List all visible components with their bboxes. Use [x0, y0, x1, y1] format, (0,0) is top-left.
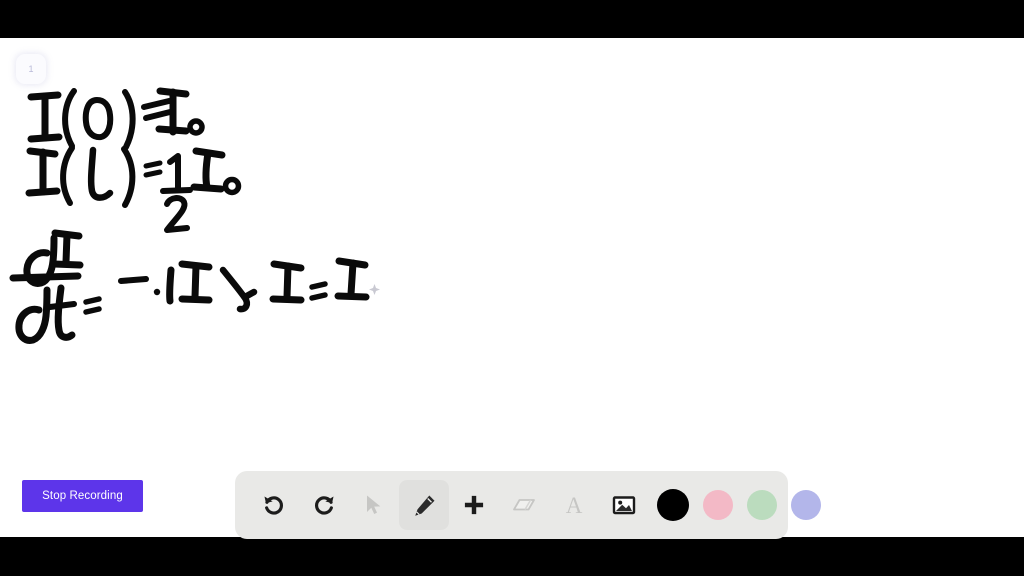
color-swatch-green[interactable] [747, 490, 777, 520]
redo-button[interactable] [299, 480, 349, 530]
add-page-button[interactable] [449, 480, 499, 530]
whiteboard-canvas[interactable]: 1 Stop Recording A [0, 38, 1024, 539]
plus-icon [464, 495, 484, 515]
letterbox-bottom [0, 537, 1024, 576]
color-swatch-black[interactable] [657, 489, 689, 521]
handwriting-ink-layer [9, 87, 370, 344]
color-swatch-pink[interactable] [703, 490, 733, 520]
eraser-tool-button[interactable] [499, 480, 549, 530]
page-number-badge[interactable]: 1 [16, 54, 46, 84]
drawing-toolbar: A [235, 471, 821, 539]
select-tool-button[interactable] [349, 480, 399, 530]
eraser-icon [513, 499, 535, 511]
undo-button[interactable] [249, 480, 299, 530]
ink-line-3 [9, 229, 370, 344]
ink-line-2 [25, 145, 242, 233]
pen-tool-button[interactable] [399, 480, 449, 530]
svg-text:A: A [566, 493, 583, 518]
cursor-arrow-icon [367, 495, 381, 514]
stop-recording-button[interactable]: Stop Recording [22, 480, 143, 512]
pencil-icon [414, 495, 434, 516]
redo-icon [315, 496, 334, 515]
app-window: 1 Stop Recording A [0, 0, 1024, 576]
color-swatch-periwinkle[interactable] [791, 490, 821, 520]
ink-line-1 [27, 87, 205, 150]
letterbox-top [0, 0, 1024, 38]
undo-icon [264, 496, 283, 515]
text-a-icon: A [566, 493, 583, 518]
text-tool-button[interactable]: A [549, 480, 599, 530]
page-number-label: 1 [28, 64, 34, 74]
image-icon [612, 496, 636, 515]
insert-image-button[interactable] [599, 480, 649, 530]
drawing-cursor [369, 284, 380, 295]
